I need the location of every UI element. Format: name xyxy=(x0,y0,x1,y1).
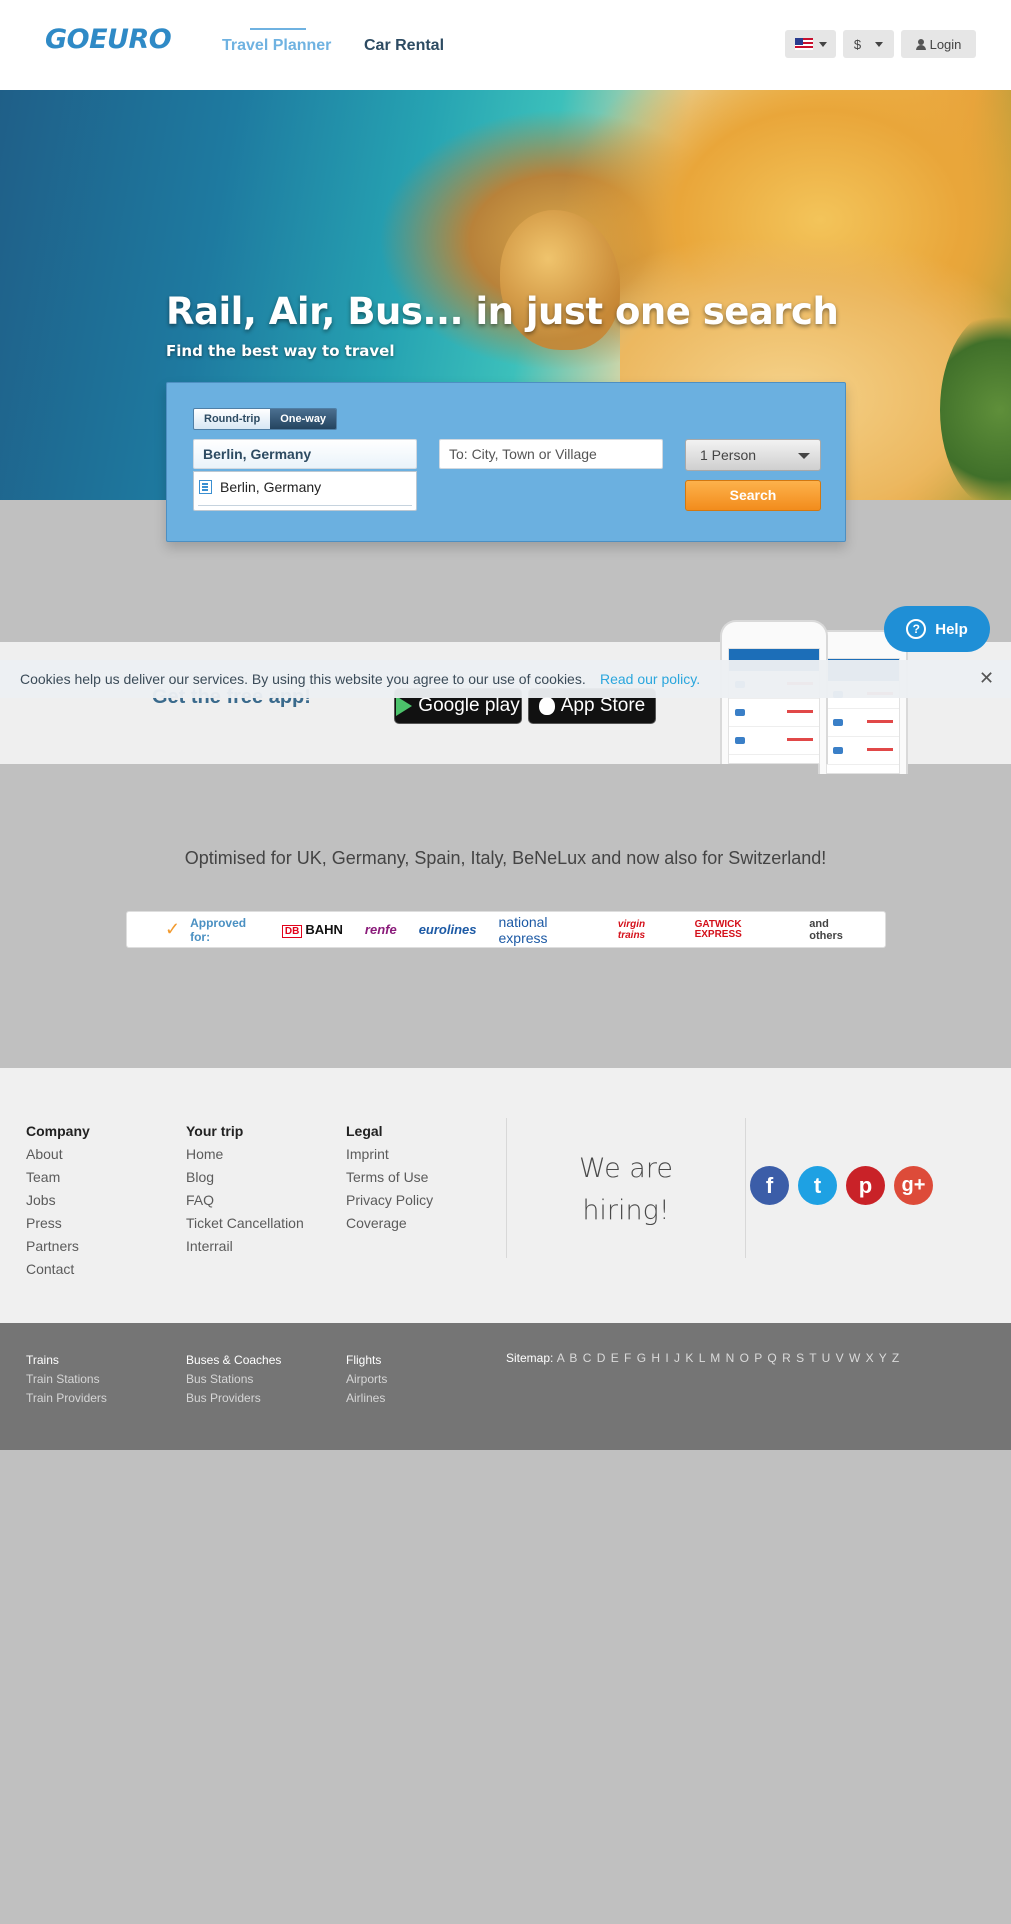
subfooter-flights: Flights Airports Airlines xyxy=(346,1351,387,1408)
pinterest-icon[interactable]: p xyxy=(846,1166,885,1205)
and-others-text: and others xyxy=(809,917,843,942)
help-label: Help xyxy=(935,620,968,638)
subfooter-heading[interactable]: Flights xyxy=(346,1351,387,1370)
nav-travel-planner[interactable]: Travel Planner xyxy=(222,28,331,55)
help-button[interactable]: ? Help xyxy=(884,606,990,652)
subfooter-link[interactable]: Train Providers xyxy=(26,1389,107,1408)
passenger-select[interactable]: 1 Person xyxy=(685,439,821,471)
from-input[interactable]: Berlin, Germany xyxy=(193,439,417,469)
footer-link-faq[interactable]: FAQ xyxy=(186,1189,304,1212)
subfooter-link[interactable]: Train Stations xyxy=(26,1370,107,1389)
round-trip-tab[interactable]: Round-trip xyxy=(194,409,271,429)
eurolines-logo: eurolines xyxy=(418,922,477,937)
app-store-label: App Store xyxy=(560,695,646,716)
hiring-line: We are xyxy=(579,1153,673,1184)
optimised-text: Optimised for UK, Germany, Spain, Italy,… xyxy=(184,848,827,868)
close-icon[interactable]: ✕ xyxy=(979,668,994,689)
search-button[interactable]: Search xyxy=(685,480,821,511)
subfooter: Trains Train Stations Train Providers Bu… xyxy=(0,1323,1011,1450)
subfooter-link[interactable]: Bus Stations xyxy=(186,1370,281,1389)
footer-link-contact[interactable]: Contact xyxy=(26,1258,90,1281)
national-express-logo: national express xyxy=(498,913,548,946)
footer-link-blog[interactable]: Blog xyxy=(186,1166,304,1189)
hero-subtitle: Find the best way to travel xyxy=(166,342,395,360)
footer-divider xyxy=(745,1118,746,1258)
footer-link-ticket-cancellation[interactable]: Ticket Cancellation xyxy=(186,1212,304,1235)
subfooter-buses: Buses & Coaches Bus Stations Bus Provide… xyxy=(186,1351,281,1408)
header: GOEURO Travel Planner Car Rental $ Login xyxy=(0,0,1011,90)
renfe-logo: renfe xyxy=(364,922,397,937)
footer-link-press[interactable]: Press xyxy=(26,1212,90,1235)
language-selector[interactable] xyxy=(785,30,836,58)
subfooter-trains: Trains Train Stations Train Providers xyxy=(26,1351,107,1408)
sitemap: Sitemap: A B C D E F G H I J K L M N O P… xyxy=(506,1351,900,1365)
footer-heading: Company xyxy=(26,1123,90,1139)
one-way-tab[interactable]: One-way xyxy=(270,409,337,429)
footer-heading: Legal xyxy=(346,1123,383,1139)
subfooter-link[interactable]: Bus Providers xyxy=(186,1389,281,1408)
currency-label: $ xyxy=(853,36,862,52)
footer-link-privacy[interactable]: Privacy Policy xyxy=(346,1189,433,1212)
subfooter-heading[interactable]: Trains xyxy=(26,1351,107,1370)
cookie-bar: Cookies help us deliver our services. By… xyxy=(0,660,1011,698)
passenger-label: 1 Person xyxy=(700,447,757,463)
search-panel: Round-trip One-way Berlin, Germany Berli… xyxy=(166,382,846,542)
footer-link-coverage[interactable]: Coverage xyxy=(346,1212,433,1235)
us-flag-icon xyxy=(794,38,813,50)
google-play-icon xyxy=(396,696,413,716)
footer-link-interrail[interactable]: Interrail xyxy=(186,1235,304,1258)
hero-title: Rail, Air, Bus... in just one search xyxy=(166,290,839,333)
footer-link-imprint[interactable]: Imprint xyxy=(346,1143,433,1166)
checkmark-icon: ✓ xyxy=(165,919,181,939)
hiring-link[interactable]: We are hiring! xyxy=(506,1148,746,1232)
hiring-line: hiring! xyxy=(582,1195,670,1226)
city-icon xyxy=(199,480,212,494)
subfooter-heading[interactable]: Buses & Coaches xyxy=(186,1351,281,1370)
facebook-icon[interactable]: f xyxy=(750,1166,789,1205)
sitemap-label: Sitemap: xyxy=(506,1351,554,1365)
cookie-policy-link[interactable]: Read our policy. xyxy=(600,671,700,687)
sitemap-letters[interactable]: A B C D E F G H I J K L M N O P Q R S T … xyxy=(557,1351,901,1365)
goeuro-logo[interactable]: GOEURO xyxy=(45,24,172,55)
nav-car-rental[interactable]: Car Rental xyxy=(364,37,444,55)
google-plus-icon[interactable]: g+ xyxy=(894,1166,933,1205)
footer-link-jobs[interactable]: Jobs xyxy=(26,1189,90,1212)
cookie-text: Cookies help us deliver our services. By… xyxy=(20,671,586,687)
footer: Company About Team Jobs Press Partners C… xyxy=(0,1068,1011,1323)
from-suggestions: Berlin, Germany xyxy=(193,471,417,511)
subfooter-link[interactable]: Airports xyxy=(346,1370,387,1389)
footer-link-home[interactable]: Home xyxy=(186,1143,304,1166)
login-button[interactable]: Login xyxy=(901,30,976,58)
google-play-label: Google play xyxy=(418,695,520,716)
footer-link-partners[interactable]: Partners xyxy=(26,1235,90,1258)
footer-link-about[interactable]: About xyxy=(26,1143,90,1166)
chevron-down-icon xyxy=(875,41,884,47)
user-icon xyxy=(915,38,926,50)
approved-providers: ✓ Approved for: DB BAHN renfe eurolines n… xyxy=(126,911,886,948)
db-bahn-logo: DB BAHN xyxy=(281,922,343,938)
apple-icon xyxy=(538,697,555,715)
footer-legal: Legal Imprint Terms of Use Privacy Polic… xyxy=(346,1120,433,1235)
trip-type-toggle: Round-trip One-way xyxy=(193,408,338,430)
phone-mockup-back xyxy=(818,630,908,774)
chevron-down-icon xyxy=(798,453,810,459)
suggestion-item[interactable]: Berlin, Germany xyxy=(199,479,321,495)
footer-your-trip: Your trip Home Blog FAQ Ticket Cancellat… xyxy=(186,1120,304,1258)
question-icon: ? xyxy=(906,619,927,639)
chevron-down-icon xyxy=(818,41,827,47)
login-label: Login xyxy=(929,36,962,52)
footer-link-team[interactable]: Team xyxy=(26,1166,90,1189)
twitter-icon[interactable]: t xyxy=(798,1166,837,1205)
currency-selector[interactable]: $ xyxy=(843,30,894,58)
footer-company: Company About Team Jobs Press Partners C… xyxy=(26,1120,90,1281)
footer-link-terms[interactable]: Terms of Use xyxy=(346,1166,433,1189)
to-input[interactable]: To: City, Town or Village xyxy=(439,439,663,469)
virgin-trains-logo: virgin trains xyxy=(617,918,646,941)
approved-label: Approved for: xyxy=(190,915,247,944)
subfooter-link[interactable]: Airlines xyxy=(346,1389,387,1408)
suggestion-label: Berlin, Germany xyxy=(220,479,322,495)
footer-heading: Your trip xyxy=(186,1123,244,1139)
gatwick-express-logo: GATWICK EXPRESS xyxy=(694,918,742,940)
